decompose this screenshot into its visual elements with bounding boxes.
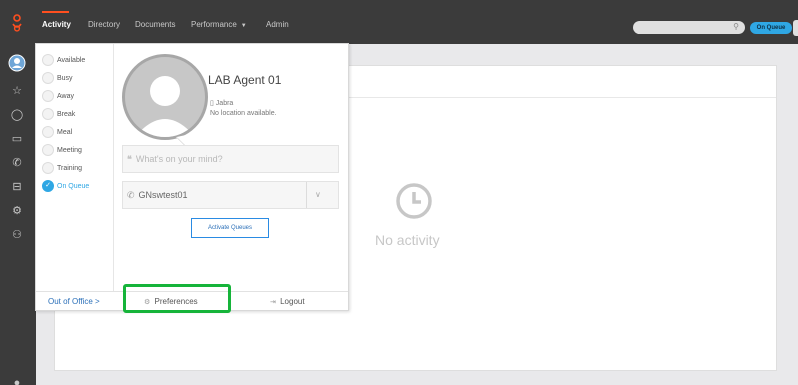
nav-performance[interactable]: Performance ▼ <box>191 20 247 29</box>
radio-icon[interactable] <box>42 108 54 120</box>
clock-icon <box>396 183 432 219</box>
status-message-input[interactable]: ❝ What's on your mind? <box>122 145 339 173</box>
radio-icon[interactable] <box>42 90 54 102</box>
star-icon[interactable]: ☆ <box>8 82 26 100</box>
phone-select-value: GNswtest01 <box>138 190 188 200</box>
nav-documents[interactable]: Documents <box>135 20 175 29</box>
quote-icon: ❝ <box>127 154 132 164</box>
select-divider <box>306 182 307 208</box>
logout-button[interactable]: ⇥ Logout <box>270 297 305 306</box>
activate-queues-button[interactable]: Activate Queues <box>191 218 269 238</box>
chevron-down-icon[interactable]: ∨ <box>315 182 321 208</box>
status-option-label: Available <box>57 57 86 64</box>
settings-icon[interactable]: ⚙ <box>8 202 26 220</box>
nav-activity[interactable]: Activity <box>42 20 71 29</box>
status-toggle[interactable] <box>793 20 798 36</box>
agent-name: LAB Agent 01 <box>208 73 282 87</box>
chat-icon[interactable]: ◯ <box>8 106 26 124</box>
nav-directory[interactable]: Directory <box>88 20 120 29</box>
radio-icon[interactable] <box>42 54 54 66</box>
empty-state-text: No activity <box>375 232 440 248</box>
phone-select[interactable]: ✆ GNswtest01 ∨ <box>122 181 339 209</box>
default-avatar-icon <box>135 76 195 137</box>
left-sidebar: ☆ ◯ ▭ ✆ ⊟ ⚙ ⚇ ● <box>0 44 36 385</box>
radio-icon[interactable] <box>42 72 54 84</box>
highlight-annotation <box>123 284 231 313</box>
chevron-right-icon: > <box>95 297 100 306</box>
avatar[interactable] <box>122 54 208 140</box>
phone-icon: ✆ <box>127 190 135 200</box>
inbox-icon[interactable]: ⊟ <box>8 178 26 196</box>
profile-popover: Available Busy Away Break Meal Meeting T… <box>35 43 349 311</box>
top-navigation-bar: Activity Directory Documents Performance… <box>0 0 798 44</box>
help-icon[interactable]: ● <box>8 374 26 385</box>
radio-icon[interactable] <box>42 162 54 174</box>
genesys-logo-icon <box>12 14 22 32</box>
out-of-office-label: Out of Office <box>48 297 93 306</box>
location-text: No location available. <box>210 110 277 117</box>
status-option-label: Meal <box>57 129 73 136</box>
avatar-icon[interactable] <box>8 54 26 72</box>
people-icon[interactable]: ⚇ <box>8 226 26 244</box>
out-of-office-link[interactable]: Out of Office > <box>48 297 100 306</box>
nav-admin[interactable]: Admin <box>266 20 289 29</box>
status-option-label: On Queue <box>57 183 90 190</box>
status-badge[interactable]: On Queue <box>750 22 792 34</box>
active-tab-indicator <box>42 11 69 13</box>
search-icon[interactable]: ⚲ <box>733 22 739 31</box>
caret-down-icon: ▼ <box>240 23 247 29</box>
status-option-label: Training <box>57 165 83 172</box>
status-list: Available Busy Away Break Meal Meeting T… <box>36 44 114 291</box>
status-option-label: Away <box>57 93 74 100</box>
radio-icon[interactable] <box>42 144 54 156</box>
status-message-placeholder: What's on your mind? <box>135 154 223 164</box>
radio-icon[interactable] <box>42 126 54 138</box>
logout-label: Logout <box>280 297 305 306</box>
search-input[interactable]: ⚲ <box>633 21 745 34</box>
status-option-label: Meeting <box>57 147 82 154</box>
status-option-label: Break <box>57 111 76 118</box>
checkmark-icon[interactable]: ✓ <box>42 180 54 192</box>
device-line: ▯ Jabra <box>210 99 233 107</box>
phone-icon[interactable]: ✆ <box>8 154 26 172</box>
nav-performance-label: Performance <box>191 20 237 29</box>
logout-icon: ⇥ <box>270 299 276 306</box>
video-icon[interactable]: ▭ <box>8 130 26 148</box>
device-name: Jabra <box>215 100 234 107</box>
status-option-label: Busy <box>57 75 73 82</box>
